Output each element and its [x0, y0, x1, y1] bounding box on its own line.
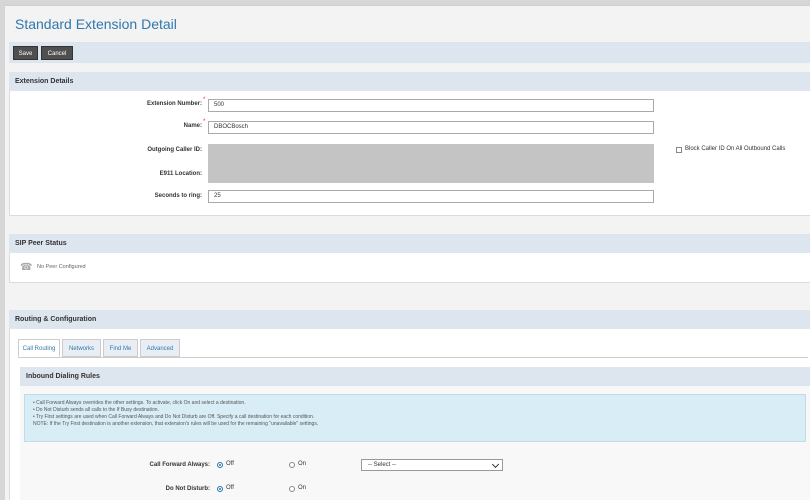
- dnd-off-label: Off: [226, 485, 234, 491]
- chevron-down-icon: [491, 460, 500, 469]
- do-not-disturb-label: Do Not Disturb:: [165, 486, 210, 492]
- tab-networks[interactable]: Networks: [62, 339, 101, 357]
- outgoing-caller-id-label: Outgoing Caller ID:: [147, 147, 202, 153]
- routing-body: Call Routing Networks Find Me Advanced I…: [9, 329, 810, 500]
- phone-icon: ☎: [20, 262, 33, 273]
- tabs-divider: [18, 357, 808, 358]
- call-forward-on-label: On: [298, 461, 307, 467]
- required-marker: *: [203, 119, 206, 125]
- inbound-dialing-header: Inbound Dialing Rules: [20, 367, 810, 386]
- call-forward-off-radio[interactable]: [217, 462, 223, 468]
- name-input[interactable]: DBOCBosch: [208, 121, 654, 134]
- info-line: NOTE: If the Try First destination is an…: [33, 421, 319, 427]
- e911-location-label: E911 Location:: [159, 171, 202, 177]
- sip-peer-status-text: No Peer Configured: [37, 264, 86, 270]
- call-forward-destination-select[interactable]: -- Select --: [361, 459, 503, 471]
- save-button[interactable]: Save: [13, 46, 38, 60]
- seconds-to-ring-label: Seconds to ring:: [154, 193, 202, 199]
- call-forward-on-radio[interactable]: [289, 462, 295, 468]
- required-marker: *: [203, 97, 206, 103]
- info-line: • Do Not Disturb sends all calls to the …: [33, 407, 159, 413]
- extension-details-header: Extension Details: [9, 72, 810, 91]
- routing-tabs: Call Routing Networks Find Me Advanced: [18, 339, 318, 357]
- name-label: Name:: [183, 123, 202, 129]
- extension-number-input[interactable]: 500: [208, 99, 654, 112]
- page-title: Standard Extension Detail: [15, 16, 177, 32]
- extension-number-label: Extension Number:: [146, 101, 202, 107]
- sip-peer-header: SIP Peer Status: [9, 234, 810, 253]
- tab-call-routing[interactable]: Call Routing: [18, 339, 60, 357]
- inbound-body: • Call Forward Always overrides the othe…: [20, 386, 810, 500]
- routing-header: Routing & Configuration: [9, 310, 810, 329]
- extension-details-body: Extension Number: * 500 Name: * DBOCBosc…: [9, 91, 810, 216]
- redacted-caller-id-area: [208, 144, 654, 183]
- info-box: • Call Forward Always overrides the othe…: [24, 394, 806, 442]
- tab-find-me[interactable]: Find Me: [103, 339, 138, 357]
- call-forward-off-label: Off: [226, 461, 234, 467]
- block-caller-id-label: Block Caller ID On All Outbound Calls: [685, 146, 786, 152]
- main-frame: Standard Extension Detail Save Cancel Ex…: [5, 5, 810, 500]
- seconds-to-ring-input[interactable]: 25: [208, 190, 654, 203]
- block-caller-id-checkbox[interactable]: [676, 147, 682, 153]
- dnd-off-radio[interactable]: [217, 486, 223, 492]
- dnd-on-radio[interactable]: [289, 486, 295, 492]
- select-placeholder: -- Select --: [368, 462, 397, 468]
- info-line: • Try First settings are used when Call …: [33, 414, 315, 420]
- sip-peer-body: ☎ No Peer Configured: [9, 253, 810, 283]
- call-forward-label: Call Forward Always:: [149, 462, 210, 468]
- cancel-button[interactable]: Cancel: [41, 46, 73, 60]
- dnd-on-label: On: [298, 485, 307, 491]
- info-line: • Call Forward Always overrides the othe…: [33, 400, 246, 406]
- toolbar: Save Cancel: [9, 42, 810, 63]
- tab-advanced[interactable]: Advanced: [140, 339, 180, 357]
